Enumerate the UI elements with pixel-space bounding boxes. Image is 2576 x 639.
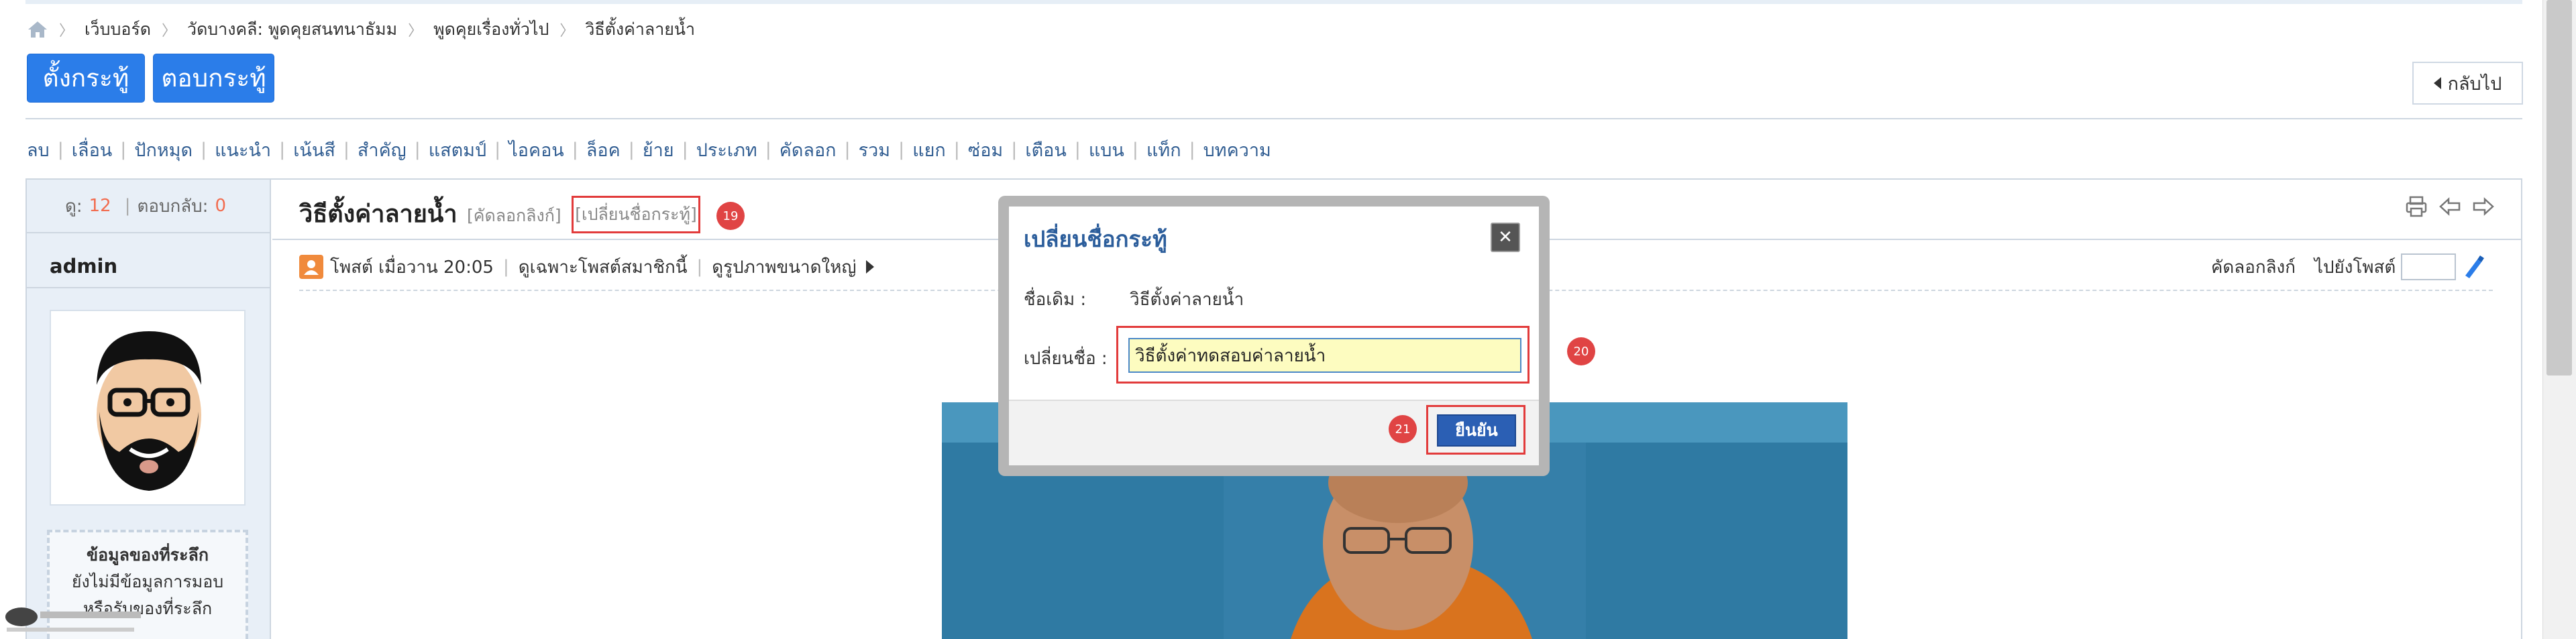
medal-line-1: ยังไม่มีข้อมูลการมอบ [71, 572, 224, 591]
medal-title: ข้อมูลของที่ระลึก [86, 545, 209, 565]
breadcrumb-item-category[interactable]: พูดคุยเรื่องทั่วไป [433, 16, 549, 43]
mod-type[interactable]: ประเภท [696, 135, 757, 164]
mod-copy[interactable]: คัดลอก [780, 135, 837, 164]
mod-warn[interactable]: เตือน [1025, 135, 1066, 164]
mod-merge[interactable]: รวม [859, 135, 890, 164]
mod-tag[interactable]: แท็ก [1146, 135, 1181, 164]
mod-delete[interactable]: ลบ [27, 135, 50, 164]
confirm-button[interactable]: ยืนยัน [1437, 414, 1516, 447]
author-name[interactable]: admin [50, 255, 117, 278]
views-count: 12 [89, 196, 111, 216]
back-button-label: กลับไป [2447, 73, 2502, 95]
print-icon[interactable] [2404, 194, 2428, 219]
dialog-title: เปลี่ยนชื่อกระทู้ [1024, 226, 1167, 252]
new-topic-button[interactable]: ตั้งกระทู้ [27, 54, 145, 103]
mod-highlight[interactable]: เน้นสี [293, 135, 335, 164]
close-icon[interactable]: ✕ [1491, 223, 1520, 252]
mod-lock[interactable]: ล็อค [586, 135, 621, 164]
breadcrumb-separator: 〉 [59, 23, 74, 40]
mod-icon[interactable]: ไอคอน [508, 135, 564, 164]
mod-move[interactable]: ย้าย [643, 135, 674, 164]
watermark-logo [3, 603, 144, 637]
mod-article[interactable]: บทความ [1203, 135, 1271, 164]
back-arrow-icon [2433, 77, 2441, 89]
only-author-link[interactable]: ดูเฉพาะโพสต์สมาชิกนี้ [519, 253, 688, 281]
play-arrow-icon [865, 260, 874, 274]
mod-move-up[interactable]: เลื่อน [72, 135, 112, 164]
next-icon[interactable] [2471, 194, 2496, 219]
home-icon[interactable] [27, 19, 48, 40]
moderation-bar: ลบ | เลื่อน | ปักหมุด | แนะนำ | เน้นสี | สำคั… [27, 137, 1271, 162]
breadcrumb: 〉 เว็บบอร์ด 〉 วัดบางคลี: พูดคุยสนทนาธัมม… [27, 17, 695, 42]
thread-stats: ดู: 12 | ตอบกลับ: 0 [27, 180, 271, 233]
avatar[interactable] [50, 310, 246, 506]
copy-link-small[interactable]: [คัดลอกลิงก์] [467, 202, 561, 229]
breadcrumb-item-thread[interactable]: วิธีตั้งค่าลายน้ำ [585, 16, 695, 43]
divider [27, 287, 271, 288]
rename-thread-link[interactable]: [เปลี่ยนชื่อกระทู้] [572, 196, 700, 233]
goto-post-input[interactable] [2401, 253, 2457, 280]
breadcrumb-separator: 〉 [559, 23, 575, 40]
post-tools: คัดลอกลิงก์ ไปยังโพสต์ [2211, 252, 2487, 282]
top-accent-line [25, 0, 2522, 4]
breadcrumb-item-board[interactable]: เว็บบอร์ด [85, 16, 151, 43]
old-name-value: วิธีตั้งค่าลายน้ำ [1130, 290, 1244, 310]
old-name-label: ชื่อเดิม : [1024, 290, 1087, 310]
mod-recommend[interactable]: แนะนำ [215, 135, 271, 164]
new-name-input[interactable] [1128, 338, 1521, 373]
views-label: ดู: [64, 196, 83, 217]
posted-time: โพสต์ เมื่อวาน 20:05 [330, 257, 494, 278]
mod-important[interactable]: สำคัญ [358, 135, 407, 164]
breadcrumb-separator: 〉 [408, 23, 423, 40]
goto-post-label: ไปยังโพสต์ [2314, 257, 2396, 278]
goto-icon[interactable] [2461, 254, 2487, 280]
mod-split[interactable]: แยก [912, 135, 946, 164]
large-image-link[interactable]: ดูรูปภาพขนาดใหญ่ [712, 253, 856, 281]
title-actions [2404, 194, 2496, 219]
reply-button[interactable]: ตอบกระทู้ [153, 54, 274, 103]
annotation-badge-19: 19 [716, 202, 745, 230]
annotation-badge-21: 21 [1389, 415, 1417, 443]
back-button[interactable]: กลับไป [2412, 62, 2523, 105]
replies-label: ตอบกลับ: [137, 196, 209, 217]
annotation-badge-20: 20 [1567, 337, 1595, 365]
mod-stamp[interactable]: แสตมป์ [429, 135, 486, 164]
thread-title: วิธีตั้งค่าลายน้ำ [299, 200, 458, 228]
prev-icon[interactable] [2438, 194, 2462, 219]
new-name-label: เปลี่ยนชื่อ : [1024, 349, 1108, 369]
replies-count: 0 [215, 196, 226, 216]
copy-link-button[interactable]: คัดลอกลิงก์ [2211, 253, 2296, 281]
mod-pin[interactable]: ปักหมุด [134, 135, 193, 164]
mod-repair[interactable]: ซ่อม [968, 135, 1003, 164]
mod-ban[interactable]: แบน [1089, 135, 1124, 164]
divider [25, 118, 2522, 119]
breadcrumb-separator: 〉 [162, 23, 177, 40]
scrollbar-thumb[interactable] [2546, 0, 2572, 375]
post-meta: โพสต์ เมื่อวาน 20:05 | ดูเฉพาะโพสต์สมาชิ… [299, 253, 874, 280]
user-post-icon [299, 255, 323, 279]
breadcrumb-item-forum[interactable]: วัดบางคลี: พูดคุยสนทนาธัมม [187, 16, 397, 43]
